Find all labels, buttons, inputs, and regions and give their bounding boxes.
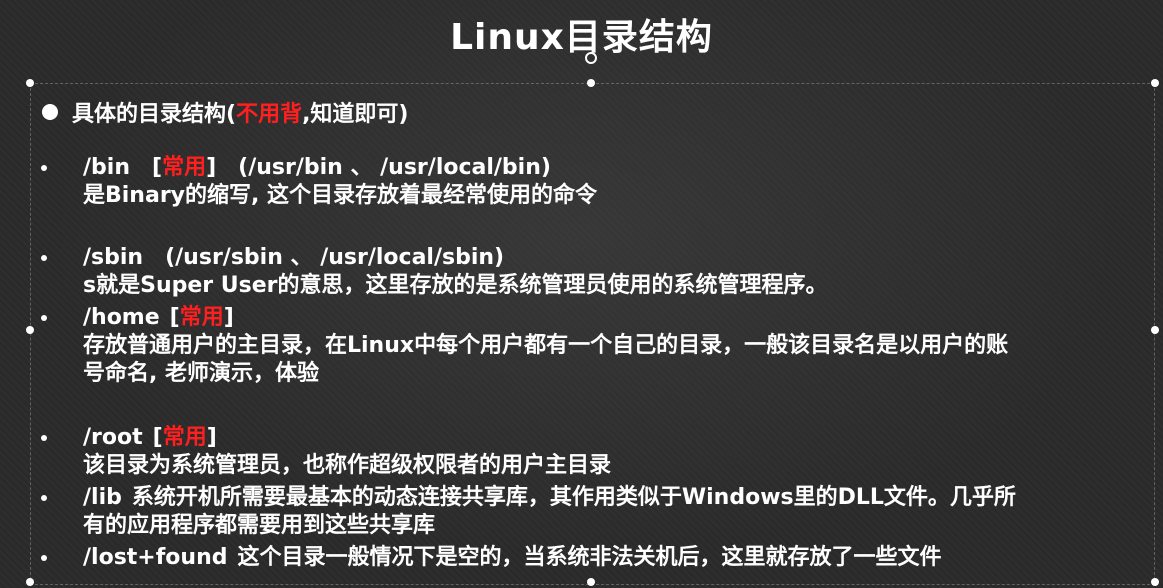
heading-prefix: 具体的目录结构( xyxy=(72,102,237,127)
section-heading: 具体的目录结构(不用背 ,知道即可) xyxy=(42,96,409,128)
item-path: /home xyxy=(83,305,160,330)
tag-bracket: [ xyxy=(152,425,163,450)
bullet-icon xyxy=(42,104,58,120)
bullet-icon xyxy=(41,255,47,261)
list-item-bin: /bin [常用] (/usr/bin 、 /usr/local/bin) 是Bin… xyxy=(83,154,597,210)
slide-title[interactable]: Linux目录结构 xyxy=(0,8,1163,60)
list-item-home: /home [常用] 存放普通用户的主目录，在Linux中每个用户都有一个自己的目… xyxy=(83,304,1008,388)
resize-handle-middle-right[interactable] xyxy=(1151,326,1159,334)
common-tag: 常用 xyxy=(162,155,207,180)
bullet-icon xyxy=(41,495,47,501)
item-description: 系统开机所需要最基本的动态连接共享库，其作用类似于Windows里的DLL文件。… xyxy=(131,485,1016,510)
item-description: 是Binary的缩写, 这个目录存放着最经常使用的命令 xyxy=(83,183,598,208)
list-item-lib: /lib 系统开机所需要最基本的动态连接共享库，其作用类似于Windows里的DL… xyxy=(83,484,1016,540)
heading-suffix: ,知道即可) xyxy=(302,102,409,127)
list-item-lost-found: /lost+found 这个目录一般情况下是空的，当系统非法关机后，这里就存放了一… xyxy=(83,544,942,572)
slide-canvas[interactable]: Linux目录结构 具体的目录结构(不用背 ,知道即可) /bin [常用] (/us… xyxy=(0,0,1163,588)
resize-handle-bottom-left[interactable] xyxy=(26,578,34,586)
bullet-icon xyxy=(41,435,47,441)
common-tag: 常用 xyxy=(162,425,207,450)
heading-highlight: 不用背 xyxy=(236,102,303,127)
item-description-cont: 有的应用程序都需要用到这些共享库 xyxy=(83,513,436,538)
bullet-icon xyxy=(41,315,47,321)
item-path: /lost+found xyxy=(83,545,228,570)
resize-handle-top-right[interactable] xyxy=(1151,79,1159,87)
item-description: 存放普通用户的主目录，在Linux中每个用户都有一个自己的目录，一般该目录名是以… xyxy=(83,333,1009,358)
item-description: s就是Super User的意思，这里存放的是系统管理员使用的系统管理程序。 xyxy=(83,273,828,298)
resize-handle-middle-left[interactable] xyxy=(26,326,34,334)
tag-bracket: [ xyxy=(152,155,163,180)
tag-bracket: ] xyxy=(206,425,217,450)
item-description: 这个目录一般情况下是空的，当系统非法关机后，这里就存放了一些文件 xyxy=(237,545,942,570)
item-path: /sbin xyxy=(83,245,144,270)
bullet-icon xyxy=(41,165,47,171)
tag-bracket: ] xyxy=(206,155,217,180)
item-description-cont: 号命名, 老师演示，体验 xyxy=(83,361,320,386)
item-path: /bin xyxy=(83,155,130,180)
list-item-sbin: /sbin (/usr/sbin 、 /usr/local/sbin) s就是Su… xyxy=(83,244,828,300)
item-description: 该目录为系统管理员，也称作超级权限者的用户主目录 xyxy=(83,453,612,478)
resize-handle-top-center[interactable] xyxy=(587,79,595,87)
tag-bracket: [ xyxy=(169,305,180,330)
resize-handle-bottom-center[interactable] xyxy=(587,578,595,586)
rotate-handle-icon[interactable] xyxy=(585,52,597,64)
item-extra: (/usr/sbin 、 /usr/local/sbin) xyxy=(165,245,505,270)
bullet-icon xyxy=(41,555,47,561)
item-path: /root xyxy=(83,425,143,450)
common-tag: 常用 xyxy=(179,305,224,330)
item-extra: (/usr/bin 、 /usr/local/bin) xyxy=(238,155,551,180)
resize-handle-top-left[interactable] xyxy=(26,79,34,87)
list-item-root: /root [常用] 该目录为系统管理员，也称作超级权限者的用户主目录 xyxy=(83,424,611,480)
tag-bracket: ] xyxy=(223,305,234,330)
resize-handle-bottom-right[interactable] xyxy=(1151,578,1159,586)
item-path: /lib xyxy=(83,485,122,510)
